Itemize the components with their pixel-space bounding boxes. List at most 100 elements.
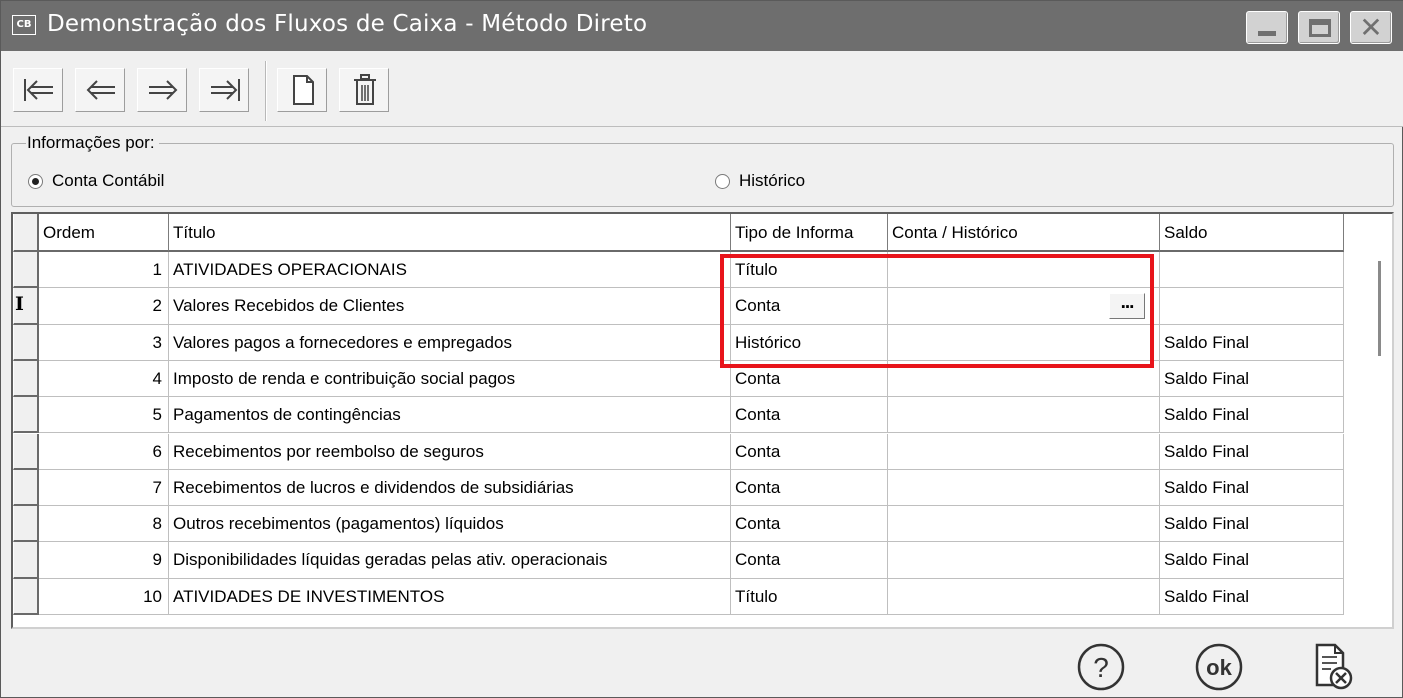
cell-ordem[interactable]: 2 — [39, 288, 169, 325]
ok-label: ok — [1206, 655, 1232, 680]
cell-saldo[interactable]: Saldo Final — [1160, 324, 1344, 361]
window-title: Demonstração dos Fluxos de Caixa - Métod… — [47, 11, 648, 37]
radio-historico-label: Histórico — [739, 171, 806, 190]
cell-tipo[interactable]: Conta — [731, 433, 888, 470]
cell-ordem[interactable]: 6 — [39, 433, 169, 470]
header-conta-historico[interactable]: Conta / Histórico — [888, 214, 1160, 252]
row-indicator[interactable] — [13, 360, 39, 398]
app-icon: CB — [12, 15, 36, 35]
cell-ordem[interactable]: 4 — [39, 360, 169, 398]
next-record-icon — [149, 80, 178, 100]
last-record-button[interactable] — [199, 68, 249, 112]
new-document-button[interactable] — [277, 68, 327, 112]
info-groupbox — [11, 143, 1394, 207]
cancel-button[interactable] — [1305, 641, 1357, 693]
cell-saldo[interactable] — [1160, 288, 1344, 325]
dialog-window: CB Demonstração dos Fluxos de Caixa - Mé… — [0, 0, 1403, 698]
cell-tipo[interactable]: Histórico — [731, 324, 888, 361]
cell-titulo[interactable]: ATIVIDADES DE INVESTIMENTOS — [169, 578, 731, 615]
cell-saldo[interactable]: Saldo Final — [1160, 397, 1344, 434]
cell-tipo[interactable]: Conta — [731, 542, 888, 579]
ok-icon: ok — [1195, 643, 1243, 691]
cell-conta-historico[interactable] — [888, 469, 1160, 507]
close-button[interactable]: ✕ — [1350, 11, 1392, 44]
help-icon: ? — [1077, 643, 1125, 691]
radio-selected-icon — [28, 174, 43, 189]
cell-tipo[interactable]: Título — [731, 578, 888, 615]
row-indicator[interactable] — [13, 469, 39, 507]
cell-ordem[interactable]: 10 — [39, 578, 169, 615]
cell-tipo[interactable]: Conta — [731, 506, 888, 543]
cell-titulo[interactable]: ATIVIDADES OPERACIONAIS — [169, 252, 731, 289]
cell-conta-historico[interactable] — [888, 252, 1160, 289]
cell-saldo[interactable] — [1160, 252, 1344, 289]
maximize-button[interactable] — [1298, 11, 1340, 44]
current-row-indicator: I — [15, 293, 24, 315]
cell-titulo[interactable]: Valores Recebidos de Clientes — [169, 288, 731, 325]
cell-ordem[interactable]: 5 — [39, 397, 169, 434]
cell-conta-historico[interactable] — [888, 578, 1160, 615]
help-button[interactable]: ? — [1075, 641, 1127, 693]
cell-conta-historico[interactable] — [888, 324, 1160, 361]
cell-titulo[interactable]: Recebimentos de lucros e dividendos de s… — [169, 469, 731, 507]
cell-saldo[interactable]: Saldo Final — [1160, 506, 1344, 543]
row-indicator[interactable] — [13, 542, 39, 579]
header-ordem[interactable]: Ordem — [39, 214, 169, 252]
title-bar[interactable]: CB Demonstração dos Fluxos de Caixa - Mé… — [1, 1, 1403, 51]
cell-saldo[interactable]: Saldo Final — [1160, 542, 1344, 579]
info-group-label: Informações por: — [26, 133, 159, 153]
cell-conta-historico[interactable] — [888, 433, 1160, 470]
minimize-button[interactable] — [1246, 11, 1288, 44]
maximize-icon — [1309, 19, 1331, 37]
cell-tipo[interactable]: Conta — [731, 397, 888, 434]
cell-titulo[interactable]: Recebimentos por reembolso de seguros — [169, 433, 731, 470]
cell-tipo[interactable]: Conta — [731, 288, 888, 325]
cell-tipo[interactable]: Conta — [731, 469, 888, 507]
cell-tipo[interactable]: Título — [731, 252, 888, 289]
cell-conta-historico[interactable] — [888, 506, 1160, 543]
lookup-button[interactable]: ... — [1109, 293, 1145, 319]
next-record-button[interactable] — [137, 68, 187, 112]
header-tipo[interactable]: Tipo de Informa — [731, 214, 888, 252]
first-record-button[interactable] — [13, 68, 63, 112]
cell-ordem[interactable]: 9 — [39, 542, 169, 579]
row-indicator[interactable] — [13, 252, 39, 289]
cell-ordem[interactable]: 7 — [39, 469, 169, 507]
cell-titulo[interactable]: Pagamentos de contingências — [169, 397, 731, 434]
header-titulo[interactable]: Título — [169, 214, 731, 252]
minimize-icon — [1258, 31, 1276, 36]
cell-conta-historico[interactable] — [888, 397, 1160, 434]
cell-tipo[interactable]: Conta — [731, 360, 888, 398]
ok-button[interactable]: ok — [1193, 641, 1245, 693]
cell-titulo[interactable]: Outros recebimentos (pagamentos) líquido… — [169, 506, 731, 543]
new-document-icon — [293, 75, 314, 105]
cell-titulo[interactable]: Valores pagos a fornecedores e empregado… — [169, 324, 731, 361]
cell-titulo[interactable]: Disponibilidades líquidas geradas pelas … — [169, 542, 731, 579]
delete-trash-icon — [354, 74, 376, 105]
previous-record-button[interactable] — [75, 68, 125, 112]
cell-ordem[interactable]: 8 — [39, 506, 169, 543]
cell-conta-historico[interactable] — [888, 542, 1160, 579]
header-indicator — [13, 214, 39, 252]
cell-ordem[interactable]: 1 — [39, 252, 169, 289]
row-indicator[interactable] — [13, 578, 39, 615]
row-indicator[interactable] — [13, 397, 39, 434]
cell-titulo[interactable]: Imposto de renda e contribuição social p… — [169, 360, 731, 398]
vertical-scrollbar[interactable] — [1378, 261, 1381, 356]
row-indicator[interactable] — [13, 506, 39, 543]
toolbar-separator — [265, 61, 267, 121]
cell-saldo[interactable]: Saldo Final — [1160, 469, 1344, 507]
row-indicator[interactable] — [13, 324, 39, 361]
row-indicator[interactable] — [13, 433, 39, 470]
first-record-icon — [24, 79, 53, 101]
delete-button[interactable] — [339, 68, 389, 112]
cell-ordem[interactable]: 3 — [39, 324, 169, 361]
cell-saldo[interactable]: Saldo Final — [1160, 360, 1344, 398]
close-icon: ✕ — [1359, 11, 1383, 44]
radio-conta-contabil-label: Conta Contábil — [52, 171, 165, 190]
cell-saldo[interactable]: Saldo Final — [1160, 433, 1344, 470]
header-saldo[interactable]: Saldo — [1160, 214, 1344, 252]
cell-saldo[interactable]: Saldo Final — [1160, 578, 1344, 615]
cash-flow-grid[interactable]: Ordem Título Tipo de Informa Conta / His… — [11, 212, 1394, 629]
cell-conta-historico[interactable] — [888, 360, 1160, 398]
